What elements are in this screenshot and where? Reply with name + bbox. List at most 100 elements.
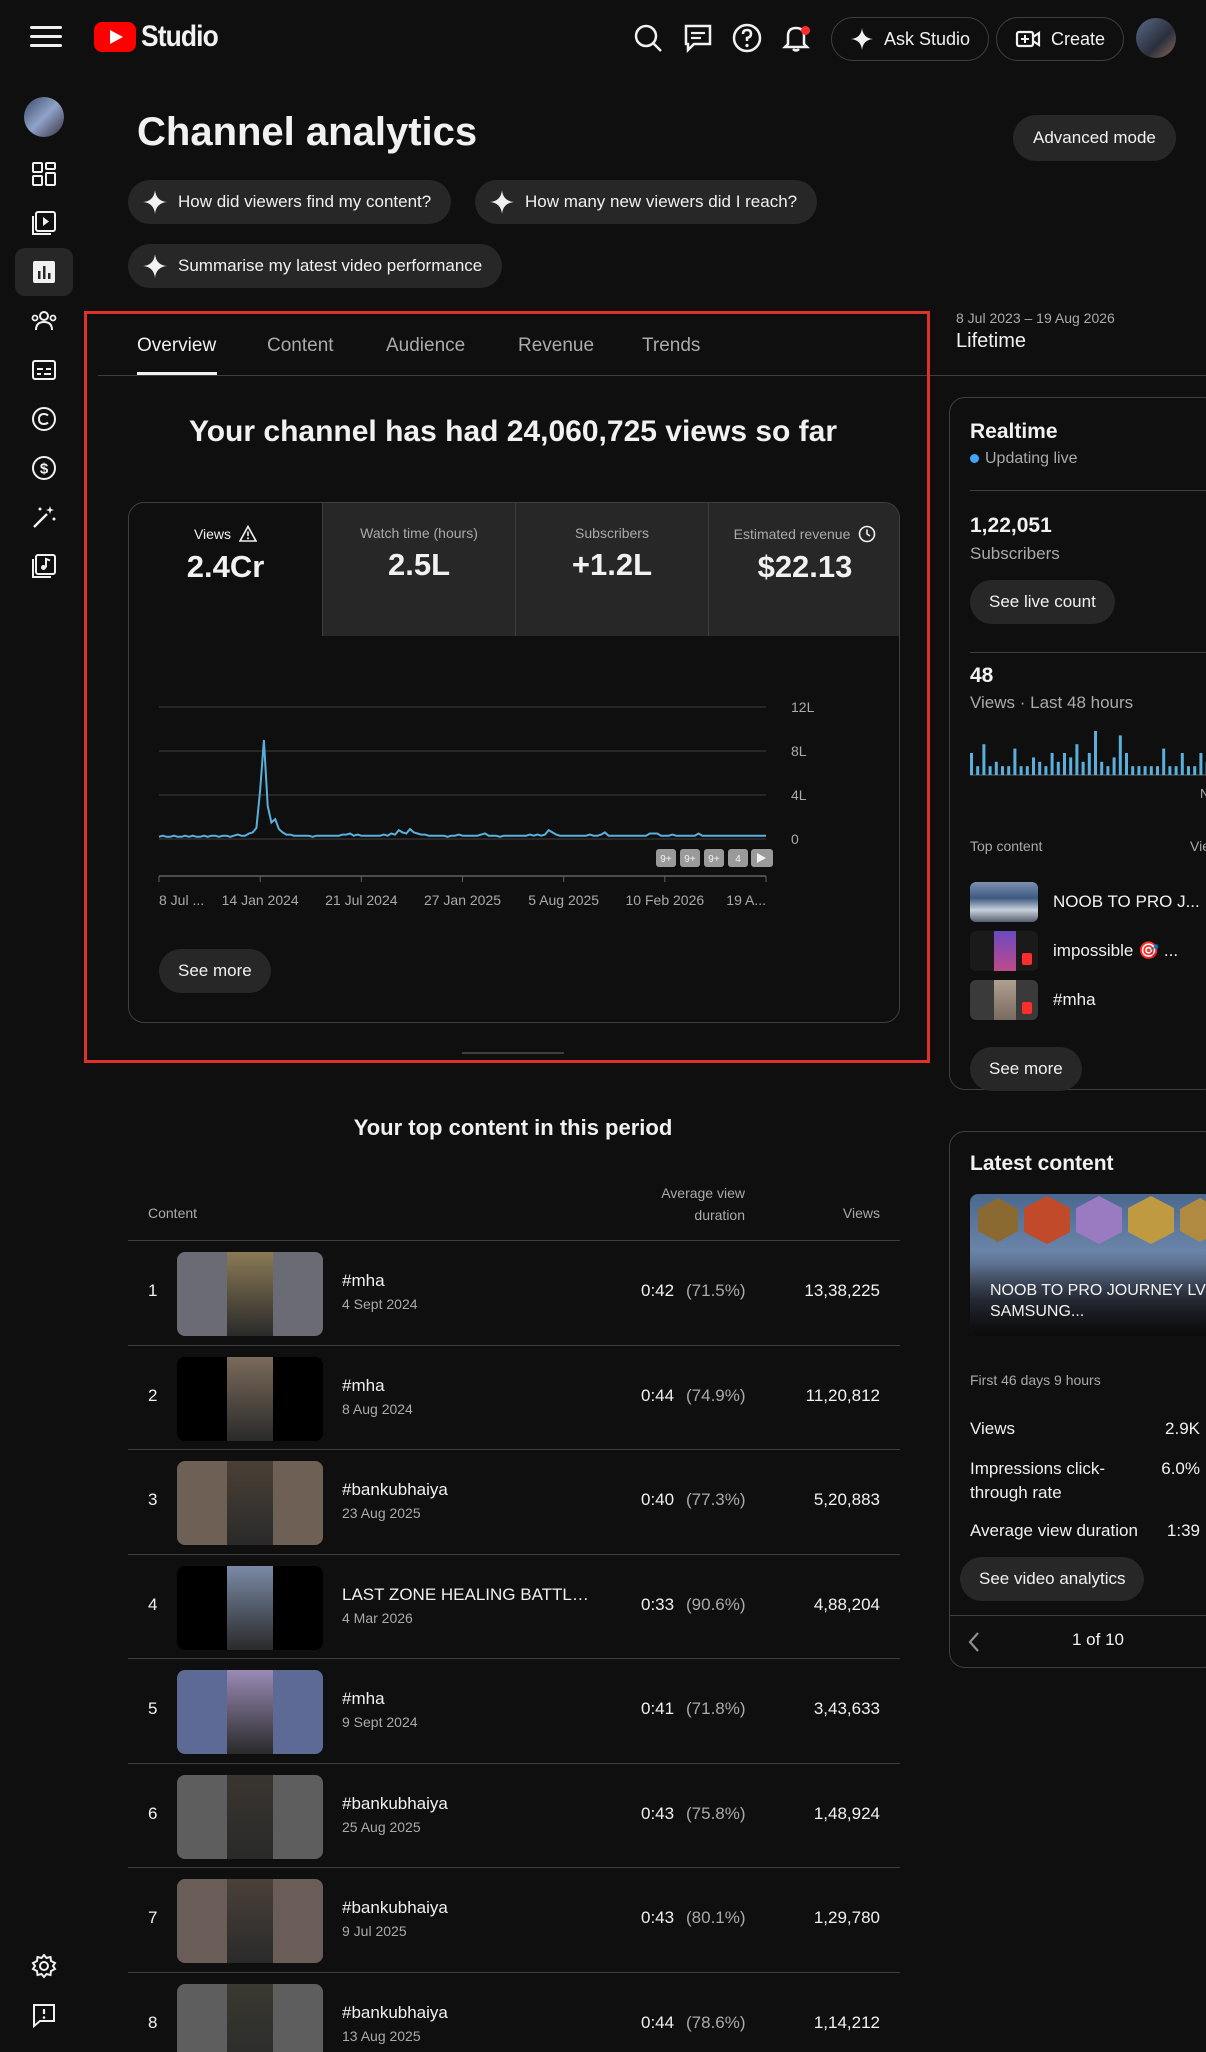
- tab-trends[interactable]: Trends: [642, 335, 700, 357]
- realtime-bar[interactable]: [1094, 731, 1097, 775]
- metric-views[interactable]: Views 2.4Cr: [129, 503, 322, 636]
- warning-icon[interactable]: [239, 525, 258, 543]
- realtime-bar[interactable]: [1081, 761, 1085, 775]
- event-marker[interactable]: 9+: [680, 849, 700, 867]
- realtime-bar[interactable]: [1187, 766, 1190, 775]
- see-live-count-button[interactable]: See live count: [970, 580, 1115, 624]
- realtime-bar[interactable]: [1007, 766, 1011, 775]
- prompt-chip-find-content[interactable]: How did viewers find my content?: [128, 180, 452, 224]
- column-header-views[interactable]: Views: [820, 1205, 880, 1221]
- ask-studio-button[interactable]: Ask Studio: [831, 17, 990, 61]
- column-header-avd[interactable]: Average view duration: [640, 1182, 745, 1226]
- metric-subscribers[interactable]: Subscribers +1.2L: [515, 503, 708, 636]
- realtime-bar[interactable]: [1044, 766, 1048, 775]
- latest-video-thumbnail[interactable]: NOOB TO PRO JOURNEY LVL SAMSUNG...: [970, 1194, 1206, 1336]
- event-marker[interactable]: 4: [728, 849, 748, 867]
- sidebar-item-analytics[interactable]: [15, 248, 73, 296]
- realtime-bar[interactable]: [1112, 757, 1116, 775]
- series-line[interactable]: [158, 739, 766, 838]
- realtime-bar[interactable]: [1050, 753, 1054, 775]
- realtime-bar[interactable]: [994, 761, 998, 775]
- realtime-bar[interactable]: [1063, 753, 1066, 775]
- realtime-bar[interactable]: [982, 744, 986, 775]
- realtime-top-item[interactable]: impossible 🎯 ...: [970, 931, 1178, 971]
- realtime-bar[interactable]: [988, 766, 992, 775]
- date-range-label[interactable]: Lifetime: [956, 330, 1026, 353]
- sidebar-item-customisation[interactable]: [15, 493, 73, 541]
- realtime-bar[interactable]: [1168, 766, 1172, 775]
- see-more-button[interactable]: See more: [159, 949, 271, 993]
- realtime-see-more-button[interactable]: See more: [970, 1047, 1082, 1091]
- table-row[interactable]: 8 #bankubhaiya 13 Aug 2025 0:44 (78.6%) 1,14,…: [128, 1971, 900, 2052]
- create-button[interactable]: Create: [996, 17, 1125, 61]
- realtime-bar[interactable]: [1149, 766, 1153, 775]
- realtime-bar[interactable]: [1100, 761, 1104, 775]
- realtime-bar[interactable]: [1131, 766, 1135, 775]
- realtime-bar[interactable]: [1001, 766, 1004, 775]
- realtime-bar[interactable]: [1174, 766, 1178, 775]
- realtime-bar[interactable]: [1056, 761, 1060, 775]
- realtime-bar[interactable]: [1162, 748, 1166, 775]
- realtime-bar[interactable]: [1013, 748, 1017, 775]
- chevron-left-icon[interactable]: [964, 1627, 984, 1657]
- tab-content[interactable]: Content: [267, 335, 334, 357]
- prompt-chip-new-viewers[interactable]: How many new viewers did I reach?: [475, 180, 818, 224]
- realtime-bar[interactable]: [976, 766, 980, 775]
- realtime-bar[interactable]: [1069, 757, 1073, 775]
- studio-logo[interactable]: Studio: [94, 20, 228, 54]
- realtime-bar[interactable]: [1118, 735, 1122, 775]
- realtime-bar[interactable]: [1019, 766, 1023, 775]
- sidebar-item-earn[interactable]: $: [15, 444, 73, 492]
- realtime-top-item[interactable]: #mha: [970, 980, 1096, 1020]
- sidebar-item-community[interactable]: [15, 297, 73, 345]
- sidebar-item-content[interactable]: [15, 199, 73, 247]
- sidebar-item-subtitles[interactable]: [15, 346, 73, 394]
- sidebar-item-settings[interactable]: [15, 1942, 73, 1990]
- realtime-bar-chart[interactable]: [970, 728, 1206, 778]
- realtime-top-item[interactable]: NOOB TO PRO J...: [970, 882, 1200, 922]
- account-avatar[interactable]: [1136, 18, 1176, 58]
- tab-overview[interactable]: Overview: [137, 335, 216, 357]
- table-row[interactable]: 3 #bankubhaiya 23 Aug 2025 0:40 (77.3%) 5,20,…: [128, 1449, 900, 1553]
- date-range[interactable]: 8 Jul 2023 – 19 Aug 2026: [956, 310, 1115, 326]
- see-video-analytics-button[interactable]: See video analytics: [960, 1557, 1145, 1601]
- sidebar-item-audio-library[interactable]: [15, 542, 73, 590]
- realtime-bar[interactable]: [1199, 753, 1203, 775]
- realtime-bar[interactable]: [970, 753, 973, 775]
- realtime-bar[interactable]: [1193, 766, 1197, 775]
- metric-watch-time[interactable]: Watch time (hours) 2.5L: [322, 503, 515, 636]
- table-row[interactable]: 7 #bankubhaiya 9 Jul 2025 0:43 (80.1%) 1,29,7…: [128, 1867, 900, 1971]
- views-line-chart[interactable]: 12L 8L 4L 0 8 Jul ... 14 Jan 2024 21 Jul 2024 2…: [129, 673, 900, 923]
- realtime-bar[interactable]: [1180, 753, 1184, 775]
- sidebar-item-dashboard[interactable]: [15, 150, 73, 198]
- event-marker[interactable]: 9+: [704, 849, 724, 867]
- realtime-bar[interactable]: [1038, 761, 1042, 775]
- sidebar-item-feedback[interactable]: [15, 1991, 73, 2039]
- search-icon[interactable]: [632, 22, 664, 54]
- table-row[interactable]: 1 #mha 4 Sept 2024 0:42 (71.5%) 13,38,225: [128, 1240, 900, 1344]
- menu-icon[interactable]: [30, 26, 62, 50]
- prompt-chip-summarise[interactable]: Summarise my latest video performance: [128, 244, 503, 288]
- realtime-bar[interactable]: [1025, 766, 1029, 775]
- metric-estimated-revenue[interactable]: Estimated revenue $22.13: [708, 503, 899, 636]
- realtime-bar[interactable]: [1087, 753, 1091, 775]
- realtime-bar[interactable]: [1143, 766, 1147, 775]
- realtime-bar[interactable]: [1137, 766, 1141, 775]
- help-icon[interactable]: [731, 22, 763, 54]
- tab-audience[interactable]: Audience: [386, 335, 465, 357]
- realtime-bar[interactable]: [1032, 757, 1035, 775]
- play-marker-icon[interactable]: [751, 849, 773, 867]
- realtime-bar[interactable]: [1156, 766, 1159, 775]
- event-marker[interactable]: 9+: [656, 849, 676, 867]
- sidebar-item-copyright[interactable]: [15, 395, 73, 443]
- table-row[interactable]: 2 #mha 8 Aug 2024 0:44 (74.9%) 11,20,812: [128, 1344, 900, 1449]
- tab-revenue[interactable]: Revenue: [518, 335, 594, 357]
- table-row[interactable]: 4 LAST ZONE HEALING BATTLE ... 4 Mar 2026 0…: [128, 1553, 900, 1658]
- realtime-bar[interactable]: [1125, 753, 1128, 775]
- table-row[interactable]: 5 #mha 9 Sept 2024 0:41 (71.8%) 3,43,633: [128, 1658, 900, 1762]
- realtime-bar[interactable]: [1075, 744, 1079, 775]
- comments-icon[interactable]: [682, 22, 714, 54]
- table-row[interactable]: 6 #bankubhaiya 25 Aug 2025 0:43 (75.8%) 1,48,…: [128, 1762, 900, 1867]
- channel-avatar[interactable]: [24, 97, 64, 137]
- advanced-mode-button[interactable]: Advanced mode: [1013, 115, 1176, 161]
